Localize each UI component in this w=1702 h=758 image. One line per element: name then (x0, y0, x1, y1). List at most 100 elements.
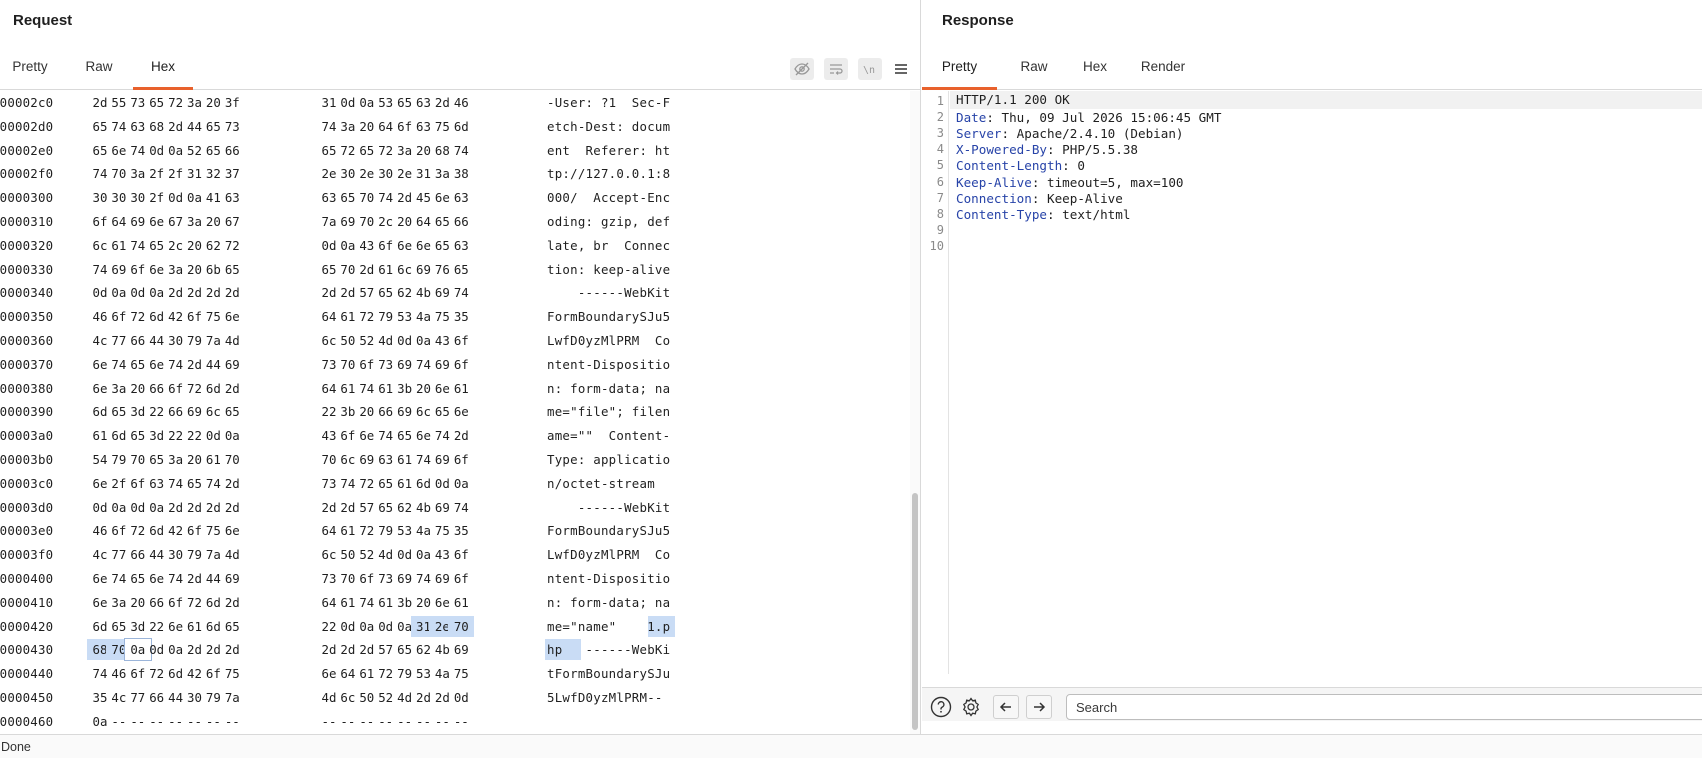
help-icon[interactable] (929, 695, 953, 719)
hex-ascii[interactable]: oding: gzip, def (547, 214, 670, 229)
hex-row[interactable]: 000003906d653d2266696c65223b2066696c656e… (0, 400, 906, 424)
hex-byte[interactable]: 35 (448, 520, 474, 541)
hex-ascii[interactable]: ntent-Dispositio (547, 357, 670, 372)
hex-row[interactable]: 0000043068700a0d0a2d2d2d2d2d2d5765624b69… (0, 638, 906, 662)
hex-ascii[interactable]: -User: ?1 Sec-F (547, 95, 670, 110)
hide-nonprintable-icon[interactable] (790, 58, 814, 80)
hex-byte[interactable]: 75 (448, 663, 474, 684)
hex-ascii[interactable]: me="file"; filen (547, 404, 670, 419)
hex-byte[interactable]: 7a (219, 687, 245, 708)
request-scrollbar-thumb[interactable] (912, 493, 918, 730)
tab-hex[interactable]: Hex (133, 52, 193, 90)
hex-byte[interactable]: 72 (219, 235, 245, 256)
hex-byte[interactable]: 61 (448, 378, 474, 399)
hex-row[interactable]: 000003206c6174652c2062720d0a436f6e6e6563… (0, 234, 906, 258)
hex-row[interactable]: 000003f04c77664430797a4d6c50524d0d0a436f… (0, 543, 906, 567)
hex-byte[interactable]: 63 (448, 187, 474, 208)
response-editor[interactable]: 1 2 3 4 5 6 7 8 9 10 HTTP/1.1 200 OK Date: Thu, 09… (922, 91, 1702, 674)
hex-row[interactable]: 000003a0616d653d22220d0a436f6e74656e742d… (0, 424, 906, 448)
back-arrow-icon[interactable] (993, 695, 1019, 719)
hex-ascii[interactable]: n: form-data; na (547, 381, 670, 396)
hex-ascii[interactable]: ------WebKit (547, 500, 670, 515)
hex-row[interactable]: 000002f074703a2f2f3132372e302e302e313a38… (0, 162, 906, 186)
hex-byte[interactable]: 65 (219, 401, 245, 422)
settings-icon[interactable] (959, 695, 983, 719)
hex-ascii[interactable]: ent Referer: ht (547, 143, 670, 158)
hex-ascii[interactable]: 5LwfD0yzMlPRM-- (547, 690, 663, 705)
hex-row[interactable]: 000003003030302f0d0a4163636570742d456e63… (0, 186, 906, 210)
hex-row[interactable]: 000004206d653d226e616d65220d0a0d0a312e70… (0, 615, 906, 639)
hex-row[interactable]: 000003806e3a20666f726d2d646174613b206e61… (0, 377, 906, 401)
hex-byte[interactable]: 70 (219, 449, 245, 470)
hex-byte[interactable]: 6e (219, 520, 245, 541)
hex-byte[interactable]: 66 (219, 140, 245, 161)
hex-byte[interactable]: 73 (219, 116, 245, 137)
hex-row[interactable]: 000003d00d0a0d0a2d2d2d2d2d2d5765624b6974… (0, 496, 906, 520)
hex-byte[interactable]: 0a (448, 473, 474, 494)
hex-row[interactable]: 0000033074696f6e3a206b6565702d616c697665… (0, 258, 906, 282)
hex-ascii[interactable]: n/octet-stream (547, 476, 670, 491)
hex-ascii[interactable]: LwfD0yzMlPRM Co (547, 333, 670, 348)
hex-byte[interactable]: 2d (219, 592, 245, 613)
tab-pretty[interactable]: Pretty (922, 52, 997, 90)
hex-ascii[interactable]: ------WebKit (547, 285, 670, 300)
tab-raw[interactable]: Raw (1009, 52, 1059, 90)
hex-ascii[interactable]: 000/ Accept-Enc (547, 190, 670, 205)
hex-byte[interactable]: 69 (219, 568, 245, 589)
hex-byte[interactable]: 2d (219, 473, 245, 494)
hex-row[interactable]: 000003400d0a0d0a2d2d2d2d2d2d5765624b6974… (0, 281, 906, 305)
hex-ascii[interactable]: n: form-data; na (547, 595, 670, 610)
hex-row[interactable]: 0000044074466f726d426f756e64617279534a75… (0, 662, 906, 686)
hex-byte[interactable]: 65 (448, 259, 474, 280)
hex-row[interactable]: 000004106e3a20666f726d2d646174613b206e61… (0, 591, 906, 615)
hex-ascii[interactable]: tFormBoundarySJu (547, 666, 670, 681)
hex-byte[interactable]: 69 (219, 354, 245, 375)
hex-ascii[interactable]: FormBoundarySJu5 (547, 309, 670, 324)
forward-arrow-icon[interactable] (1026, 695, 1052, 719)
hex-row[interactable]: 000003c06e2f6f637465742d73747265616d0d0a… (0, 472, 906, 496)
hex-ascii[interactable]: FormBoundarySJu5 (547, 523, 670, 538)
hex-byte[interactable]: 74 (448, 497, 474, 518)
hex-ascii[interactable]: Type: applicatio (547, 452, 670, 467)
hex-ascii[interactable]: hp ------WebKi (547, 642, 670, 657)
hex-row[interactable]: 000002c02d557365723a203f310d0a5365632d46… (0, 91, 906, 115)
hex-row[interactable]: 00000350466f726d426f756e64617279534a7535… (0, 305, 906, 329)
menu-icon[interactable] (889, 58, 913, 80)
hex-byte[interactable]: 67 (219, 211, 245, 232)
tab-render[interactable]: Render (1132, 52, 1194, 90)
hex-byte[interactable]: 2d (219, 639, 245, 660)
hex-byte[interactable]: 6e (448, 401, 474, 422)
hex-row[interactable]: 000003706e74656e742d446973706f736974696f… (0, 353, 906, 377)
hex-byte[interactable]: -- (219, 711, 245, 732)
hex-row[interactable]: 000003106f64696e673a20677a69702c20646566… (0, 210, 906, 234)
hex-byte[interactable]: 4d (219, 544, 245, 565)
tab-hex[interactable]: Hex (1070, 52, 1120, 90)
hex-ascii[interactable]: tp://127.0.0.1:8 (547, 166, 670, 181)
hex-byte[interactable]: 6f (448, 544, 474, 565)
hex-row[interactable]: 000004006e74656e742d446973706f736974696f… (0, 567, 906, 591)
hex-ascii[interactable]: LwfD0yzMlPRM Co (547, 547, 670, 562)
hex-ascii[interactable]: etch-Dest: docum (547, 119, 670, 134)
hex-byte[interactable]: 2d (219, 282, 245, 303)
hex-byte[interactable]: 66 (448, 211, 474, 232)
hex-byte[interactable]: 69 (448, 639, 474, 660)
hex-byte[interactable]: 2d (219, 378, 245, 399)
hex-byte[interactable]: 46 (448, 92, 474, 113)
hex-byte[interactable]: 38 (448, 163, 474, 184)
hex-byte[interactable]: 2d (219, 497, 245, 518)
newline-icon[interactable]: \n (858, 58, 882, 80)
hex-byte[interactable]: 37 (219, 163, 245, 184)
tab-raw[interactable]: Raw (74, 52, 124, 90)
hex-ascii[interactable]: late, br Connec (547, 238, 670, 253)
hex-ascii[interactable]: tion: keep-alive (547, 262, 670, 277)
search-input[interactable] (1066, 694, 1702, 720)
hex-byte[interactable]: 35 (448, 306, 474, 327)
hex-byte[interactable]: 70 (448, 615, 475, 637)
tab-pretty[interactable]: Pretty (0, 52, 60, 90)
hex-byte[interactable]: 6f (448, 330, 474, 351)
hex-row[interactable]: 000002d0657463682d446573743a20646f63756d… (0, 115, 906, 139)
hex-byte[interactable]: 74 (448, 282, 474, 303)
hex-byte[interactable]: 4d (219, 330, 245, 351)
hex-byte[interactable]: 2d (448, 425, 474, 446)
hex-row[interactable]: 000004600a------------------------------ (0, 710, 906, 734)
